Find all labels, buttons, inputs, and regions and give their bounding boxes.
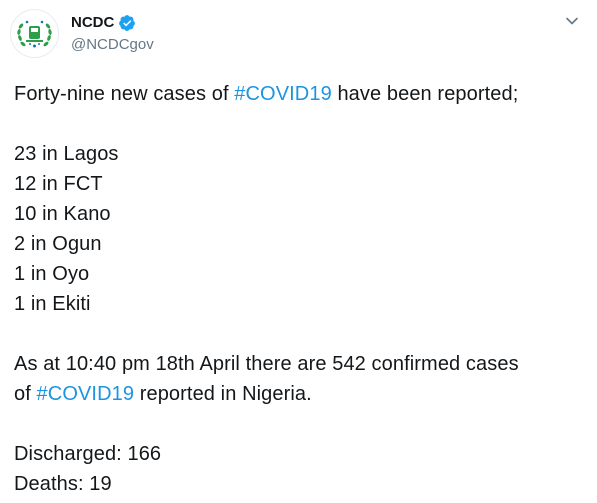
tweet-card: NCDC @NCDCgov Forty-nine new cases of #C… [0,0,597,503]
state-count-line: 10 in Kano [14,203,111,225]
tweet-intro-line: Forty-nine new cases of #COVID19 have be… [14,83,519,105]
state-count-line: 1 in Ekiti [14,293,91,315]
summary-line: As at 10:40 pm 18th April there are 542 … [14,353,519,375]
chevron-down-icon[interactable] [565,14,579,28]
state-count-line: 23 in Lagos [14,143,119,165]
tweet-text: Forty-nine new cases of #COVID19 have be… [14,79,589,499]
summary-line: of #COVID19 reported in Nigeria. [14,383,312,405]
verified-badge-icon [118,14,136,32]
handle[interactable]: @NCDCgov [71,35,154,55]
hashtag-link[interactable]: #COVID19 [234,83,332,105]
deaths-line: Deaths: 19 [14,473,112,495]
avatar[interactable] [10,9,59,58]
hashtag-link[interactable]: #COVID19 [37,383,135,405]
ncdc-logo [12,11,57,56]
state-count-line: 12 in FCT [14,173,103,195]
state-count-line: 1 in Oyo [14,263,90,285]
display-name[interactable]: NCDC [71,13,114,33]
state-count-line: 2 in Ogun [14,233,102,255]
discharged-line: Discharged: 166 [14,443,162,465]
name-row[interactable]: NCDC [71,13,136,33]
